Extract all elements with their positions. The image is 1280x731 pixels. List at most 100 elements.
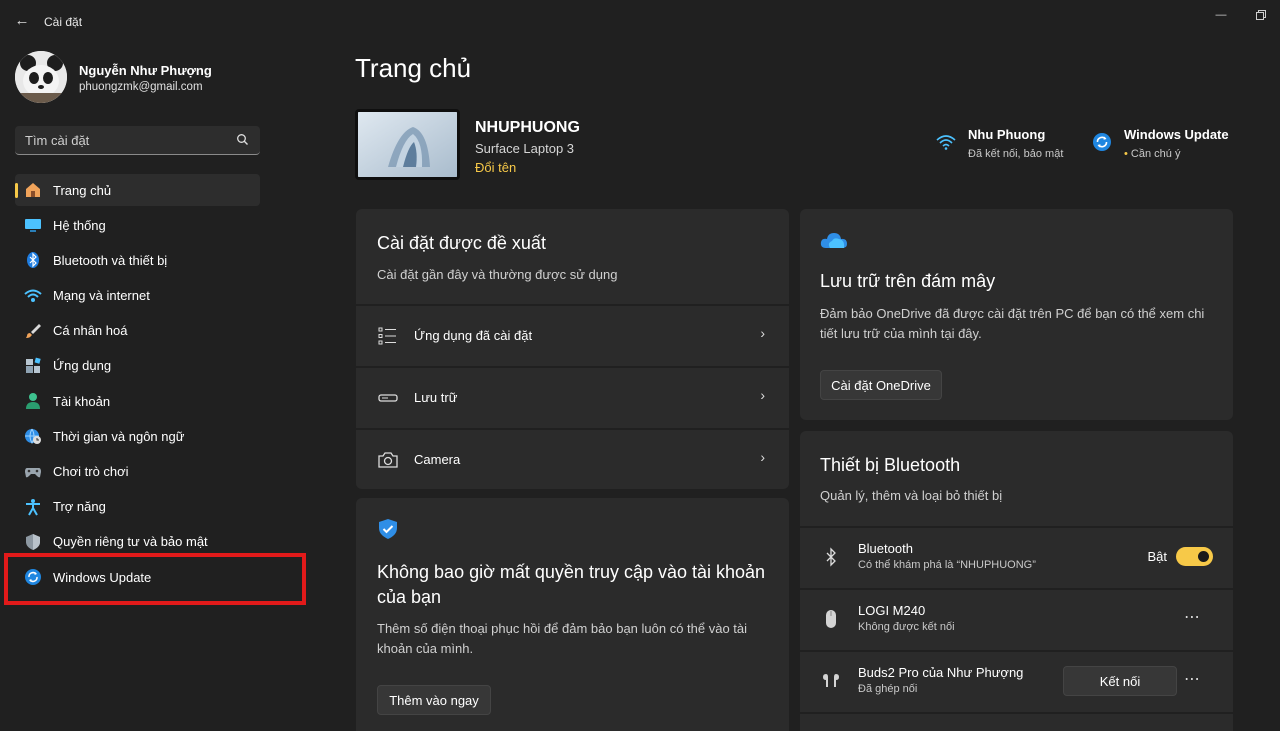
card-title: Lưu trữ trên đám mây xyxy=(820,271,996,291)
onedrive-cloud-icon xyxy=(820,231,848,254)
connect-button[interactable]: Kết nối xyxy=(1063,666,1177,696)
update-icon xyxy=(1092,132,1112,152)
update-state: • Cần chú ý xyxy=(1124,148,1181,160)
chevron-right-icon: › xyxy=(760,449,765,465)
shield-icon xyxy=(24,533,42,551)
card-subtitle: Thêm số điện thoại phục hồi để đảm bảo b… xyxy=(377,621,748,656)
sidebar-item-label: Trang chủ xyxy=(53,182,112,198)
row-label: Ứng dụng đã cài đặt xyxy=(414,328,533,343)
sidebar-item-apps[interactable]: Ứng dụng xyxy=(15,350,260,382)
search-placeholder: Tìm cài đặt xyxy=(25,133,90,148)
network-name: Nhu Phuong xyxy=(968,127,1046,142)
update-title: Windows Update xyxy=(1124,127,1229,142)
rename-link[interactable]: Đổi tên xyxy=(475,160,516,175)
wifi-icon xyxy=(24,287,42,305)
search-input[interactable]: Tìm cài đặt xyxy=(15,126,260,155)
card-subtitle: Đảm bảo OneDrive đã được cài đặt trên PC… xyxy=(820,306,1205,341)
bluetooth-discoverable: Có thể khám phá là “NHUPHUONG” xyxy=(858,559,1036,571)
highlight-box xyxy=(4,553,306,605)
sidebar-item-label: Ứng dụng xyxy=(53,358,112,374)
page-title: Trang chủ xyxy=(355,53,472,83)
device-thumbnail xyxy=(355,109,460,180)
storage-icon xyxy=(378,388,398,408)
device-status: Không được kết nối xyxy=(858,621,955,633)
card-title: Không bao giờ mất quyền truy cập vào tài… xyxy=(377,562,766,607)
sidebar-item-label: Quyền riêng tư và bảo mật xyxy=(53,534,208,550)
bluetooth-icon xyxy=(820,546,842,568)
brush-icon xyxy=(24,322,42,340)
sidebar-item-bluetooth[interactable]: Bluetooth và thiết bị xyxy=(15,244,260,276)
restore-icon[interactable] xyxy=(1254,8,1268,22)
minimize-icon[interactable]: — xyxy=(1214,8,1228,22)
app-title: Cài đặt xyxy=(44,15,83,29)
system-icon xyxy=(24,216,42,234)
bluetooth-device-row[interactable]: Buds2 Pro của Như Phượng Đã ghép nối Kết… xyxy=(800,650,1233,710)
user-email: phuongzmk@gmail.com xyxy=(79,81,203,93)
chevron-right-icon: › xyxy=(760,325,765,341)
card-title: Thiết bị Bluetooth xyxy=(820,455,961,475)
device-name: LOGI M240 xyxy=(858,603,926,618)
sidebar-item-network[interactable]: Mạng và internet xyxy=(15,280,260,312)
sidebar-nav: Trang chủ Hệ thống Bluetooth và thiết bị… xyxy=(15,174,260,596)
globe-clock-icon xyxy=(24,427,42,445)
accessibility-icon xyxy=(24,498,42,516)
bluetooth-device-row[interactable]: LOGI M240 Không được kết nối ⋯ xyxy=(800,588,1233,648)
more-options-icon[interactable]: ⋯ xyxy=(1184,607,1201,627)
add-now-button[interactable]: Thêm vào ngay xyxy=(377,685,491,715)
sidebar-item-label: Chơi trò chơi xyxy=(53,464,129,479)
row-divider xyxy=(800,712,1233,714)
sidebar-item-label: Trợ năng xyxy=(53,499,106,515)
bluetooth-toggle-row: Bluetooth Có thể khám phá là “NHUPHUONG”… xyxy=(800,526,1233,586)
home-icon xyxy=(24,181,42,199)
sidebar-item-label: Cá nhân hoá xyxy=(53,323,128,339)
network-state: Đã kết nối, bảo mật xyxy=(968,148,1064,160)
bluetooth-icon xyxy=(24,251,42,269)
search-icon[interactable] xyxy=(236,133,250,147)
sidebar-item-label: Mạng và internet xyxy=(53,288,150,304)
device-name: NHUPHUONG xyxy=(475,119,580,136)
row-label: Camera xyxy=(414,452,461,467)
gamepad-icon xyxy=(24,463,42,481)
sidebar-item-accessibility[interactable]: Trợ năng xyxy=(15,491,260,523)
toggle-knob xyxy=(1198,551,1209,562)
avatar[interactable] xyxy=(15,51,67,103)
device-status: Đã ghép nối xyxy=(858,683,918,695)
list-icon xyxy=(378,326,398,346)
recommended-settings-card: Cài đặt được đề xuất Cài đặt gần đây và … xyxy=(356,209,789,489)
title-bar: ← Cài đặt — xyxy=(0,0,1280,44)
sidebar-item-time-language[interactable]: Thời gian và ngôn ngữ xyxy=(15,420,260,452)
wifi-icon xyxy=(936,132,956,152)
cloud-storage-card: Lưu trữ trên đám mây Đảm bảo OneDrive đã… xyxy=(800,209,1233,420)
sidebar-item-label: Hệ thống xyxy=(53,217,106,233)
sidebar-item-accounts[interactable]: Tài khoản xyxy=(15,385,260,417)
toggle-state-label: Bật xyxy=(1147,549,1167,564)
sidebar-item-personalization[interactable]: Cá nhân hoá xyxy=(15,315,260,347)
sidebar-item-label: Thời gian và ngôn ngữ xyxy=(53,428,185,444)
install-onedrive-button[interactable]: Cài đặt OneDrive xyxy=(820,370,942,400)
account-recovery-card: Không bao giờ mất quyền truy cập vào tài… xyxy=(356,498,789,731)
chevron-right-icon: › xyxy=(760,387,765,403)
earbuds-icon xyxy=(820,670,842,692)
sidebar-item-gaming[interactable]: Chơi trò chơi xyxy=(15,456,260,488)
more-options-icon[interactable]: ⋯ xyxy=(1184,669,1201,689)
row-label: Lưu trữ xyxy=(414,390,458,405)
back-arrow-icon[interactable]: ← xyxy=(12,10,32,30)
card-title: Cài đặt được đề xuất xyxy=(377,233,546,253)
mouse-icon xyxy=(820,608,842,630)
sidebar-item-home[interactable]: Trang chủ xyxy=(15,174,260,206)
device-model: Surface Laptop 3 xyxy=(475,141,575,156)
bluetooth-devices-card: Thiết bị Bluetooth Quản lý, thêm và loại… xyxy=(800,431,1233,731)
recommended-row-storage[interactable]: Lưu trữ › xyxy=(356,366,789,426)
bluetooth-toggle[interactable] xyxy=(1176,547,1213,566)
sidebar-item-label: Tài khoản xyxy=(53,393,111,409)
bluetooth-label: Bluetooth xyxy=(858,541,913,556)
update-state-text: Cần chú ý xyxy=(1130,148,1181,160)
person-icon xyxy=(24,392,42,410)
apps-icon xyxy=(24,357,42,375)
user-name: Nguyễn Như Phượng xyxy=(79,63,212,78)
card-subtitle: Quản lý, thêm và loại bỏ thiết bị xyxy=(820,488,1003,503)
recommended-row-camera[interactable]: Camera › xyxy=(356,428,789,488)
security-shield-icon xyxy=(377,518,399,545)
recommended-row-installed-apps[interactable]: Ứng dụng đã cài đặt › xyxy=(356,304,789,364)
sidebar-item-system[interactable]: Hệ thống xyxy=(15,209,260,241)
